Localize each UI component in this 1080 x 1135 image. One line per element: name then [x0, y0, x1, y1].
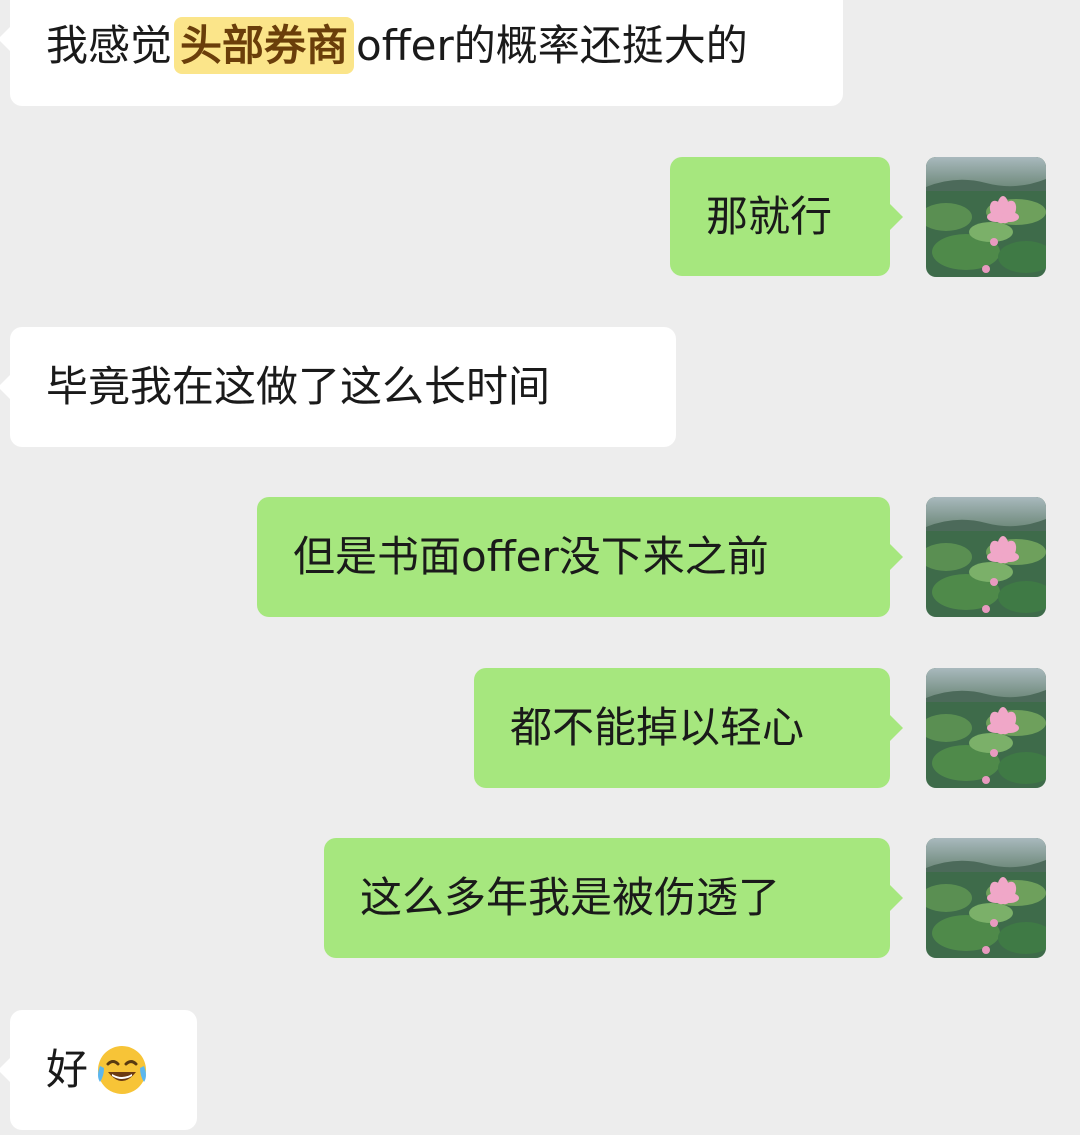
message-text: 但是书面offer没下来之前 [293, 532, 769, 581]
highlighted-keyword[interactable]: 头部券商 [174, 17, 355, 74]
message-text: 那就行 [706, 191, 833, 241]
message-bubble-incoming[interactable]: 毕竟我在这做了这么长时间 [0, 327, 676, 447]
message-bubble-incoming[interactable]: 好 [0, 1010, 197, 1130]
tears-of-joy-emoji [94, 1042, 150, 1098]
message-text: 我感觉 头部券商 offer的概率还挺大的 [46, 17, 748, 74]
message-bubble-outgoing[interactable]: 都不能掉以轻心 [474, 668, 903, 788]
message-text: 毕竟我在这做了这么长时间 [46, 362, 551, 411]
lotus-pond-avatar[interactable] [926, 668, 1046, 788]
message-bubble-incoming[interactable]: 我感觉 头部券商 offer的概率还挺大的 [0, 0, 843, 106]
message-bubble-outgoing[interactable]: 这么多年我是被伤透了 [324, 838, 903, 958]
message-text: 都不能掉以轻心 [510, 703, 805, 752]
avatar-image [926, 668, 1046, 788]
lotus-pond-avatar[interactable] [926, 838, 1046, 958]
lotus-pond-avatar[interactable] [926, 497, 1046, 617]
avatar-image [926, 838, 1046, 958]
lotus-pond-avatar[interactable] [926, 157, 1046, 277]
message-bubble-outgoing[interactable]: 但是书面offer没下来之前 [257, 497, 903, 617]
avatar-image [926, 497, 1046, 617]
avatar-image [926, 157, 1046, 277]
message-text: 这么多年我是被伤透了 [360, 873, 781, 922]
message-bubble-outgoing[interactable]: 那就行 [670, 157, 903, 276]
message-text: 好 [46, 1045, 89, 1094]
